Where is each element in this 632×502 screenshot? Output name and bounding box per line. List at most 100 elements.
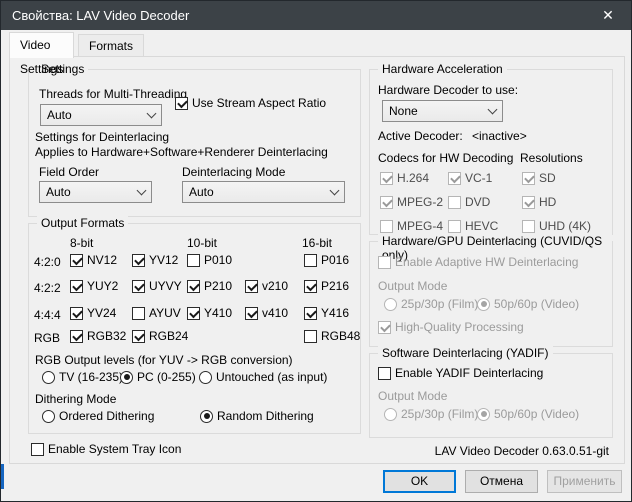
- checkbox-dvd: DVD: [448, 195, 490, 209]
- apply-button: Применить: [547, 470, 622, 493]
- field-order-dropdown[interactable]: Auto: [39, 181, 152, 203]
- checkbox-yv24[interactable]: YV24: [70, 306, 116, 320]
- chevron-down-icon: [330, 185, 340, 195]
- checkbox-hd: HD: [522, 195, 556, 209]
- checkbox-yv12[interactable]: YV12: [132, 253, 178, 267]
- checkbox-p016[interactable]: P016: [304, 253, 349, 267]
- radio-random-dithering[interactable]: Random Dithering: [200, 409, 314, 423]
- hardware-acceleration-group: Hardware Acceleration Hardware Decoder t…: [369, 69, 613, 235]
- checkbox-y416[interactable]: Y416: [304, 306, 349, 320]
- checkbox-rgb32[interactable]: RGB32: [70, 329, 126, 343]
- checkbox-h264: H.264: [380, 171, 429, 185]
- radio-untouched-levels[interactable]: Untouched (as input): [199, 370, 327, 384]
- checkbox-sd: SD: [522, 171, 556, 185]
- checkbox-v210[interactable]: v210: [245, 279, 288, 293]
- version-text: LAV Video Decoder 0.63.0.51-git: [435, 444, 609, 458]
- checkbox-icon: [522, 172, 535, 185]
- enable-adaptive-hw-deint-checkbox: Enable Adaptive HW Deinterlacing: [378, 255, 578, 269]
- checkbox-icon: [380, 196, 393, 209]
- checkbox-icon: [70, 254, 83, 267]
- hw-decoder-dropdown[interactable]: None: [382, 100, 503, 122]
- checkbox-hevc: HEVC: [448, 219, 498, 233]
- use-stream-aspect-ratio-checkbox[interactable]: Use Stream Aspect Ratio: [175, 96, 326, 110]
- radio-icon: [120, 371, 133, 384]
- cancel-button[interactable]: Отмена: [465, 470, 538, 493]
- tab-formats[interactable]: Formats: [78, 34, 144, 57]
- checkbox-icon: [70, 280, 83, 293]
- radio-ordered-dithering[interactable]: Ordered Dithering: [42, 409, 154, 423]
- tab-video-settings[interactable]: Video Settings: [9, 32, 74, 58]
- checkbox-uyvy[interactable]: UYVY: [132, 279, 182, 293]
- checkbox-ayuv[interactable]: AYUV: [132, 306, 181, 320]
- active-decoder-label: Active Decoder:: [378, 129, 463, 143]
- rgb-levels-label: RGB Output levels (for YUV -> RGB conver…: [35, 353, 293, 367]
- title-bar: Свойства: LAV Video Decoder ✕: [1, 1, 631, 30]
- hw-gpu-deinterlacing-group: Hardware/GPU Deinterlacing (CUVID/QS onl…: [369, 241, 613, 347]
- checkbox-y410[interactable]: Y410: [187, 306, 232, 320]
- row-label-422: 4:2:2: [34, 281, 61, 295]
- checkbox-icon: [522, 220, 535, 233]
- properties-dialog: Свойства: LAV Video Decoder ✕ Video Sett…: [0, 0, 632, 502]
- ok-button[interactable]: OK: [383, 470, 456, 493]
- threads-dropdown[interactable]: Auto: [40, 104, 162, 126]
- checkbox-yuy2[interactable]: YUY2: [70, 279, 118, 293]
- checkbox-icon: [304, 330, 317, 343]
- settings-group: Settings Threads for Multi-Threading Aut…: [28, 69, 361, 217]
- checkbox-icon: [245, 307, 258, 320]
- enable-yadif-checkbox[interactable]: Enable YADIF Deinterlacing: [378, 366, 543, 380]
- checkbox-icon: [70, 307, 83, 320]
- row-label-rgb: RGB: [34, 331, 60, 345]
- checkbox-nv12[interactable]: NV12: [70, 253, 117, 267]
- checkbox-mpeg2: MPEG-2: [380, 195, 443, 209]
- radio-hw-video: 50p/60p (Video): [477, 297, 579, 311]
- high-quality-processing-checkbox: High-Quality Processing: [378, 320, 524, 334]
- checkbox-icon: [187, 307, 200, 320]
- checkbox-rgb48[interactable]: RGB48: [304, 329, 360, 343]
- hardware-acceleration-group-label: Hardware Acceleration: [378, 62, 507, 76]
- checkbox-icon: [31, 443, 44, 456]
- checkbox-vc1: VC-1: [448, 171, 492, 185]
- col-header-16bit: 16-bit: [302, 236, 332, 250]
- sw-output-mode-label: Output Mode: [378, 389, 447, 403]
- radio-sw-video: 50p/60p (Video): [477, 407, 579, 421]
- checkbox-icon: [378, 367, 391, 380]
- radio-pc-levels[interactable]: PC (0-255): [120, 370, 196, 384]
- radio-hw-film: 25p/30p (Film): [384, 297, 478, 311]
- row-label-420: 4:2:0: [34, 255, 61, 269]
- checkbox-icon: [175, 97, 188, 110]
- radio-icon: [42, 371, 55, 384]
- checkbox-icon: [378, 321, 391, 334]
- checkbox-v410[interactable]: v410: [245, 306, 288, 320]
- checkbox-p010[interactable]: P010: [187, 253, 232, 267]
- checkbox-icon: [304, 307, 317, 320]
- checkbox-uhd4k: UHD (4K): [522, 219, 591, 233]
- row-label-444: 4:4:4: [34, 308, 61, 322]
- hw-decoder-label: Hardware Decoder to use:: [378, 83, 518, 97]
- checkbox-icon: [448, 196, 461, 209]
- radio-tv-levels[interactable]: TV (16-235): [42, 370, 123, 384]
- checkbox-icon: [380, 220, 393, 233]
- checkbox-icon: [132, 254, 145, 267]
- threads-label: Threads for Multi-Threading: [39, 87, 187, 101]
- checkbox-icon: [187, 254, 200, 267]
- checkbox-icon: [132, 330, 145, 343]
- deinterlacing-settings-title: Settings for Deinterlacing: [35, 130, 169, 144]
- radio-icon: [477, 408, 490, 421]
- enable-system-tray-icon-checkbox[interactable]: Enable System Tray Icon: [31, 442, 181, 456]
- dithering-mode-label: Dithering Mode: [35, 392, 116, 406]
- checkbox-rgb24[interactable]: RGB24: [132, 329, 188, 343]
- checkbox-icon: [70, 330, 83, 343]
- checkbox-icon: [304, 280, 317, 293]
- active-decoder-value: <inactive>: [472, 129, 527, 143]
- deinterlacing-mode-label: Deinterlacing Mode: [182, 165, 285, 179]
- checkbox-p210[interactable]: P210: [187, 279, 232, 293]
- chevron-down-icon: [147, 108, 157, 118]
- output-formats-group-label: Output Formats: [37, 216, 128, 230]
- radio-icon: [384, 408, 397, 421]
- checkbox-p216[interactable]: P216: [304, 279, 349, 293]
- output-formats-group: Output Formats 8-bit 10-bit 16-bit 4:2:0…: [28, 223, 361, 434]
- radio-icon: [477, 298, 490, 311]
- deinterlacing-settings-subtitle: Applies to Hardware+Software+Renderer De…: [35, 145, 328, 159]
- deinterlacing-mode-dropdown[interactable]: Auto: [182, 181, 345, 203]
- close-icon[interactable]: ✕: [585, 1, 631, 30]
